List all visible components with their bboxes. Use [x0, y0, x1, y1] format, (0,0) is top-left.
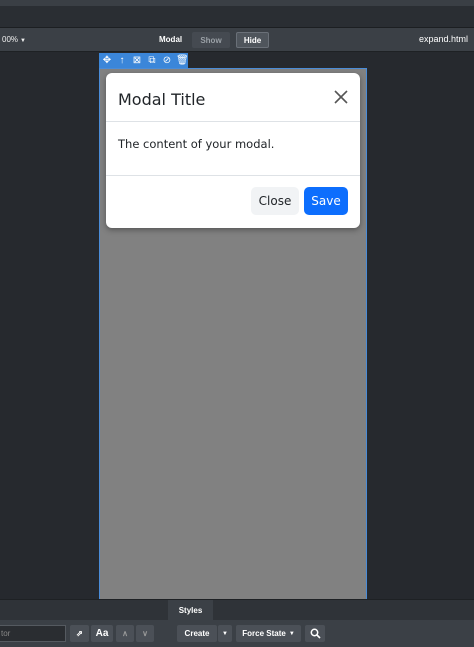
caret-down-icon: ▼: [20, 38, 26, 44]
select-parent-icon[interactable]: ⊠: [131, 53, 143, 68]
font-button[interactable]: Aa: [91, 625, 113, 642]
component-label: Modal: [159, 35, 183, 44]
chevron-down-icon[interactable]: ∨: [136, 625, 154, 642]
modal-body-text: The content of your modal.: [118, 137, 275, 151]
filename: expand.html: [418, 34, 468, 44]
delete-icon[interactable]: 🗑: [176, 53, 189, 68]
modal-body: The content of your modal.: [106, 122, 360, 176]
title-bar: [0, 6, 474, 28]
force-state-button[interactable]: Force State ▼: [236, 625, 301, 642]
selection-toolbar: ✥ ↑ ⊠ ⧉ ⊘ 🗑: [99, 53, 189, 68]
hide-button[interactable]: Hide: [236, 32, 269, 48]
bottom-tab-bar: Styles: [0, 599, 474, 621]
copy-icon[interactable]: ⧉: [146, 53, 158, 68]
tab-styles[interactable]: Styles: [168, 600, 213, 621]
hide-icon[interactable]: ⊘: [161, 53, 173, 68]
close-button[interactable]: Close: [251, 187, 299, 215]
styles-toolbar: tor ⇗ Aa ∧ ∨ Create ▼ Force State ▼: [0, 620, 474, 647]
create-button[interactable]: Create: [177, 625, 217, 642]
pick-icon[interactable]: ⇗: [70, 625, 89, 642]
modal-dialog: Modal Title The content of your modal. C…: [106, 73, 360, 228]
show-button[interactable]: Show: [192, 32, 230, 48]
top-toolbar: 00% ▼ Modal Show Hide expand.html: [0, 28, 474, 52]
move-icon[interactable]: ✥: [101, 53, 113, 68]
zoom-dropdown[interactable]: 00% ▼: [2, 35, 26, 44]
selector-input[interactable]: tor: [0, 625, 66, 642]
modal-title: Modal Title: [118, 90, 206, 109]
search-icon[interactable]: [305, 625, 325, 642]
zoom-value: 00%: [2, 35, 19, 44]
caret-down-icon: ▼: [288, 630, 295, 637]
magnifier-glyph: [310, 628, 321, 639]
chevron-up-icon[interactable]: ∧: [116, 625, 134, 642]
save-button[interactable]: Save: [304, 187, 348, 215]
arrow-up-icon[interactable]: ↑: [116, 53, 128, 68]
modal-header: Modal Title: [106, 73, 360, 122]
caret-down-icon[interactable]: ▼: [218, 625, 232, 642]
close-icon[interactable]: [332, 88, 350, 106]
force-state-label: Force State: [242, 629, 286, 638]
modal-footer: Close Save: [106, 176, 360, 228]
